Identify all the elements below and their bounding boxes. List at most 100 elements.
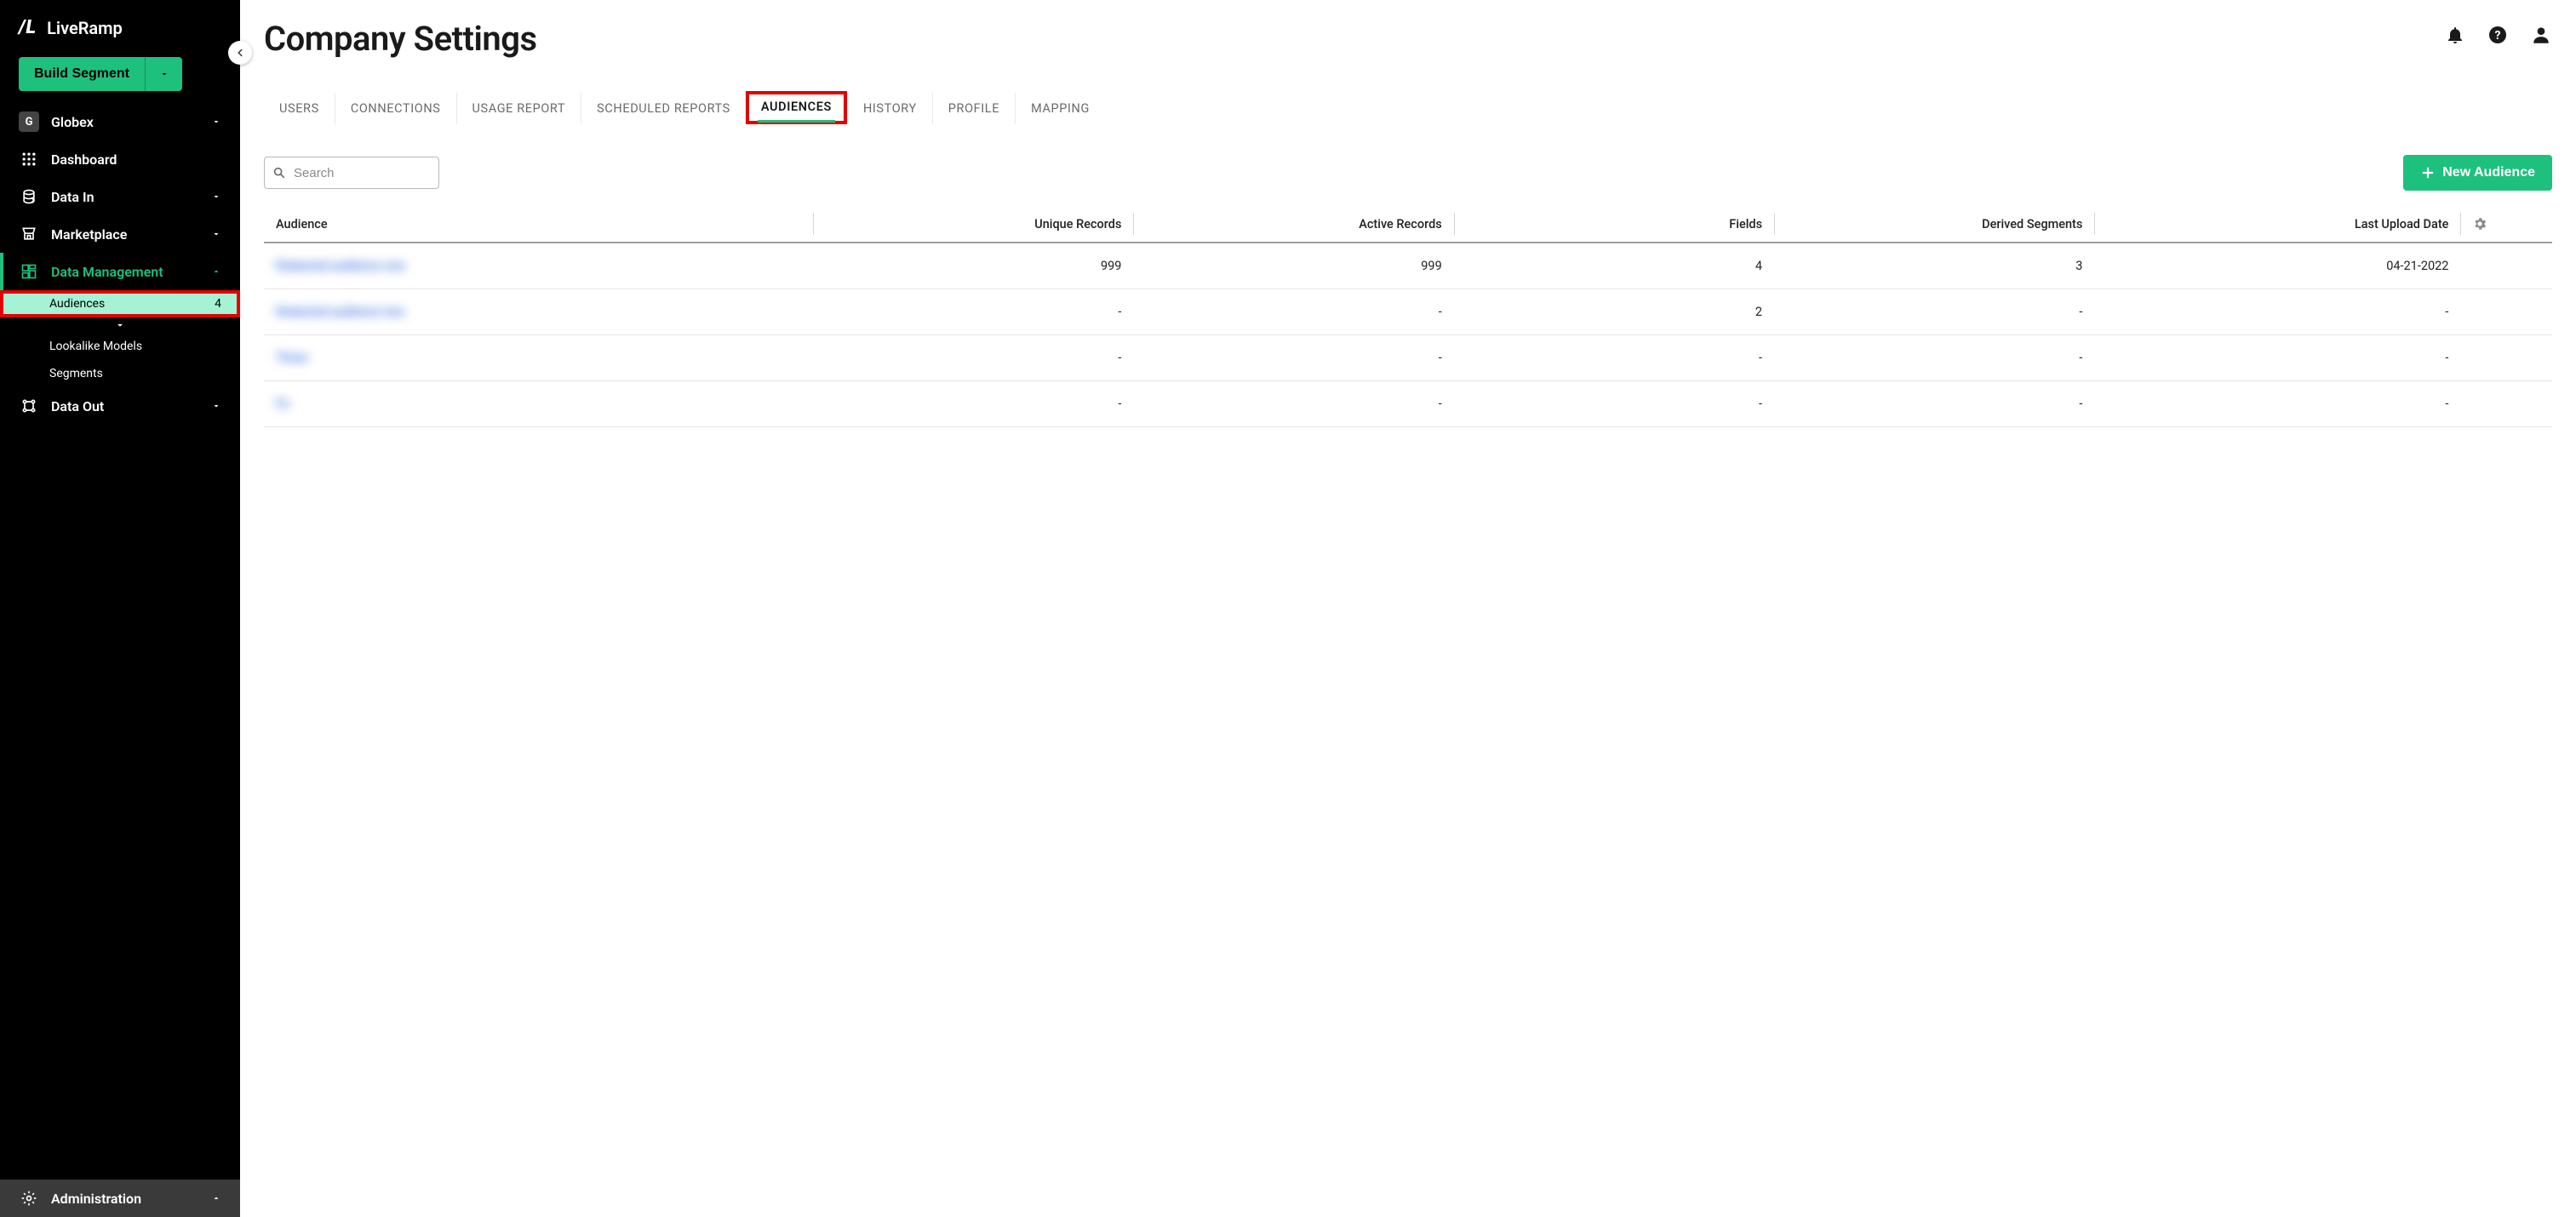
tab-profile[interactable]: PROFILE	[932, 93, 1015, 124]
gear-icon	[19, 1188, 39, 1208]
topbar: Company Settings ?	[240, 0, 2576, 66]
cell-active: 999	[1133, 243, 1453, 289]
gear-icon	[2472, 216, 2487, 231]
table-row[interactable]: Fo - - - - -	[264, 381, 2552, 427]
cell-unique: -	[813, 381, 1133, 427]
cell-fields: 2	[1454, 289, 1774, 335]
audience-name[interactable]: Three	[276, 351, 308, 365]
cell-active: -	[1133, 381, 1453, 427]
org-avatar: G	[19, 111, 39, 132]
audiences-table-wrap: Audience Unique Records Active Records F…	[240, 206, 2576, 427]
search-wrap	[264, 157, 439, 189]
nav-dashboard[interactable]: Dashboard	[0, 140, 240, 178]
cell-fields: -	[1454, 335, 1774, 381]
audience-name[interactable]: Fo	[276, 397, 289, 411]
toolbar: New Audience	[240, 124, 2576, 206]
tab-users[interactable]: USERS	[264, 93, 335, 124]
col-fields[interactable]: Fields	[1454, 206, 1774, 243]
caret-down-icon	[159, 69, 169, 79]
subnav-label: Audiences	[49, 297, 105, 311]
cell-unique: -	[813, 335, 1133, 381]
search-input[interactable]	[264, 157, 439, 189]
nav-list-lower: Data Out	[0, 387, 240, 425]
cell-derived: -	[1774, 289, 2094, 335]
cell-active: -	[1133, 335, 1453, 381]
cell-last-upload: -	[2094, 381, 2460, 427]
nav-label: Data Management	[51, 264, 163, 280]
cell-fields: 4	[1454, 243, 1774, 289]
person-icon	[2530, 24, 2552, 46]
bell-icon	[2445, 25, 2465, 45]
subnav-segments[interactable]: Segments	[0, 360, 240, 387]
subnav-count: 4	[215, 297, 221, 311]
nav-marketplace[interactable]: Marketplace	[0, 215, 240, 253]
cell-derived: -	[1774, 381, 2094, 427]
caret-down-icon	[211, 401, 221, 411]
data-management-icon	[19, 261, 39, 282]
table-row[interactable]: Three - - - - -	[264, 335, 2552, 381]
nav-administration[interactable]: Administration	[0, 1180, 240, 1217]
cell-active: -	[1133, 289, 1453, 335]
notifications-button[interactable]	[2445, 25, 2465, 45]
tab-scheduled-reports[interactable]: SCHEDULED REPORTS	[581, 93, 746, 124]
col-active-records[interactable]: Active Records	[1133, 206, 1453, 243]
help-icon: ?	[2487, 25, 2508, 45]
col-derived-segments[interactable]: Derived Segments	[1774, 206, 2094, 243]
topbar-icons: ?	[2445, 19, 2552, 46]
org-name: Globex	[51, 114, 94, 130]
nav-label: Administration	[51, 1191, 141, 1207]
tab-connections[interactable]: CONNECTIONS	[335, 93, 456, 124]
caret-up-icon	[211, 266, 221, 277]
page-title: Company Settings	[264, 19, 537, 59]
build-segment-dropdown[interactable]	[145, 57, 182, 91]
tab-history[interactable]: HISTORY	[847, 93, 932, 124]
brand-name: LiveRamp	[47, 18, 123, 38]
col-audience[interactable]: Audience	[264, 206, 813, 243]
cell-derived: 3	[1774, 243, 2094, 289]
table-row[interactable]: Redacted audience one 999 999 4 3 04-21-…	[264, 243, 2552, 289]
audience-name[interactable]: Redacted audience two	[276, 305, 404, 319]
sidebar: /L LiveRamp Build Segment G Globex Dashb…	[0, 0, 240, 1217]
nav-label: Marketplace	[51, 226, 127, 243]
caret-down-icon	[211, 117, 221, 127]
tabs: USERS CONNECTIONS USAGE REPORT SCHEDULED…	[240, 66, 2576, 124]
search-icon	[272, 166, 286, 180]
table-row[interactable]: Redacted audience two - - 2 - -	[264, 289, 2552, 335]
subnav-audiences[interactable]: Audiences 4	[0, 290, 240, 317]
cell-last-upload: 04-21-2022	[2094, 243, 2460, 289]
table-settings-button[interactable]	[2460, 206, 2552, 243]
cell-fields: -	[1454, 381, 1774, 427]
nav-label: Data Out	[51, 398, 104, 414]
tab-usage-report[interactable]: USAGE REPORT	[456, 93, 581, 124]
col-last-upload[interactable]: Last Upload Date	[2094, 206, 2460, 243]
org-switcher[interactable]: G Globex	[0, 103, 240, 140]
brand-block: /L LiveRamp	[0, 0, 240, 50]
audiences-table: Audience Unique Records Active Records F…	[264, 206, 2552, 427]
data-management-submenu: Audiences 4 Lookalike Models Segments	[0, 290, 240, 387]
new-audience-button[interactable]: New Audience	[2403, 155, 2552, 191]
chevron-down-icon	[114, 319, 126, 331]
nav-list: G Globex Dashboard Data In M	[0, 103, 240, 290]
nav-data-in[interactable]: Data In	[0, 178, 240, 215]
subnav-label: Lookalike Models	[49, 340, 142, 353]
account-button[interactable]	[2530, 24, 2552, 46]
audience-name[interactable]: Redacted audience one	[276, 259, 405, 273]
tab-mapping[interactable]: MAPPING	[1015, 93, 1105, 124]
nav-data-out[interactable]: Data Out	[0, 387, 240, 425]
cell-last-upload: -	[2094, 335, 2460, 381]
cell-last-upload: -	[2094, 289, 2460, 335]
help-button[interactable]: ?	[2487, 25, 2508, 45]
data-out-icon	[19, 396, 39, 416]
chevron-left-icon	[234, 47, 246, 59]
subnav-expand-toggle[interactable]	[0, 317, 240, 333]
sidebar-collapse-toggle[interactable]	[228, 41, 252, 65]
cell-unique: -	[813, 289, 1133, 335]
subnav-lookalike-models[interactable]: Lookalike Models	[0, 333, 240, 360]
build-segment-button[interactable]: Build Segment	[19, 57, 145, 91]
cell-unique: 999	[813, 243, 1133, 289]
tab-audiences[interactable]: AUDIENCES	[746, 91, 847, 124]
subnav-label: Segments	[49, 367, 103, 380]
col-unique-records[interactable]: Unique Records	[813, 206, 1133, 243]
nav-label: Data In	[51, 189, 94, 205]
nav-data-management[interactable]: Data Management	[0, 253, 240, 290]
